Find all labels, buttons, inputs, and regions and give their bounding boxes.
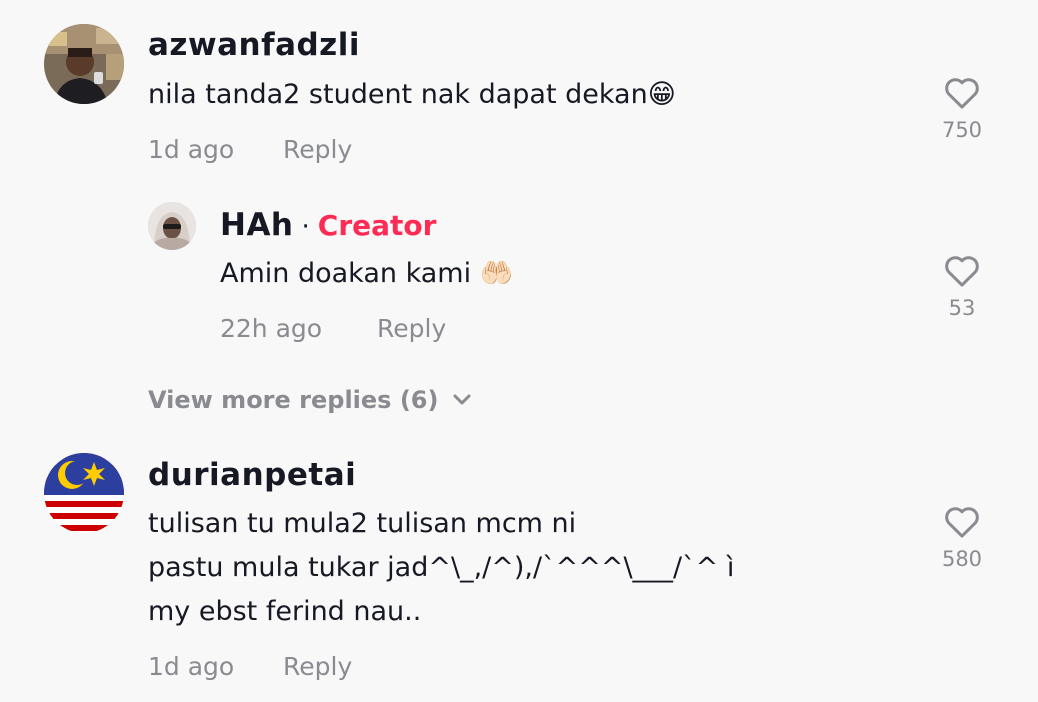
avatar[interactable] xyxy=(44,24,124,104)
avatar[interactable] xyxy=(148,202,196,250)
comment-text-line: tulisan tu mula2 tulisan mcm ni xyxy=(148,508,577,539)
comment-item: azwanfadzli nila tanda2 student nak dapa… xyxy=(0,0,1038,430)
like-group: 580 xyxy=(922,503,1002,570)
heart-outline-icon[interactable] xyxy=(943,74,981,110)
like-count: 53 xyxy=(948,296,976,320)
comment-text-line: pastu mula tukar jad^\_,/^),/`^^^\___/`^… xyxy=(148,552,735,583)
reply-button[interactable]: Reply xyxy=(283,654,352,679)
avatar[interactable] xyxy=(44,453,124,533)
chevron-down-icon xyxy=(453,394,471,405)
comment-text-line: my ebst ferind nau.. xyxy=(148,596,422,627)
creator-badge: Creator xyxy=(317,209,437,242)
reply-button[interactable]: Reply xyxy=(283,137,352,162)
reply-timestamp: 22h ago xyxy=(220,314,323,343)
like-group: 53 xyxy=(922,252,1002,319)
comment-text: tulisan tu mula2 tulisan mcm ni pastu mu… xyxy=(148,502,734,634)
comment-item: durianpetai tulisan tu mula2 tulisan mcm… xyxy=(0,440,1038,702)
comment-username[interactable]: durianpetai xyxy=(148,460,356,491)
comment-text: nila tanda2 student nak dapat dekan😁 xyxy=(148,73,676,117)
reply-button[interactable]: Reply xyxy=(377,316,446,341)
comment-text-line: nila tanda2 student nak dapat dekan😁 xyxy=(148,79,676,110)
like-count: 750 xyxy=(941,118,983,142)
reply-text: Amin doakan kami 🤲🏻 xyxy=(220,252,513,296)
heart-outline-icon[interactable] xyxy=(943,503,981,539)
reply-header: HAh · Creator xyxy=(220,209,436,242)
view-more-label: View more replies (6) xyxy=(148,386,439,414)
separator-dot: · xyxy=(301,212,310,242)
comment-text-line: Amin doakan kami 🤲🏻 xyxy=(220,258,514,289)
comment-username[interactable]: azwanfadzli xyxy=(148,30,360,61)
heart-outline-icon[interactable] xyxy=(943,252,981,288)
comment-timestamp: 1d ago xyxy=(148,652,235,681)
view-more-replies-button[interactable]: View more replies (6) xyxy=(148,388,472,412)
reply-username[interactable]: HAh xyxy=(220,210,294,241)
like-group: 750 xyxy=(922,74,1002,141)
like-count: 580 xyxy=(941,547,983,571)
comment-timestamp: 1d ago xyxy=(148,135,235,164)
